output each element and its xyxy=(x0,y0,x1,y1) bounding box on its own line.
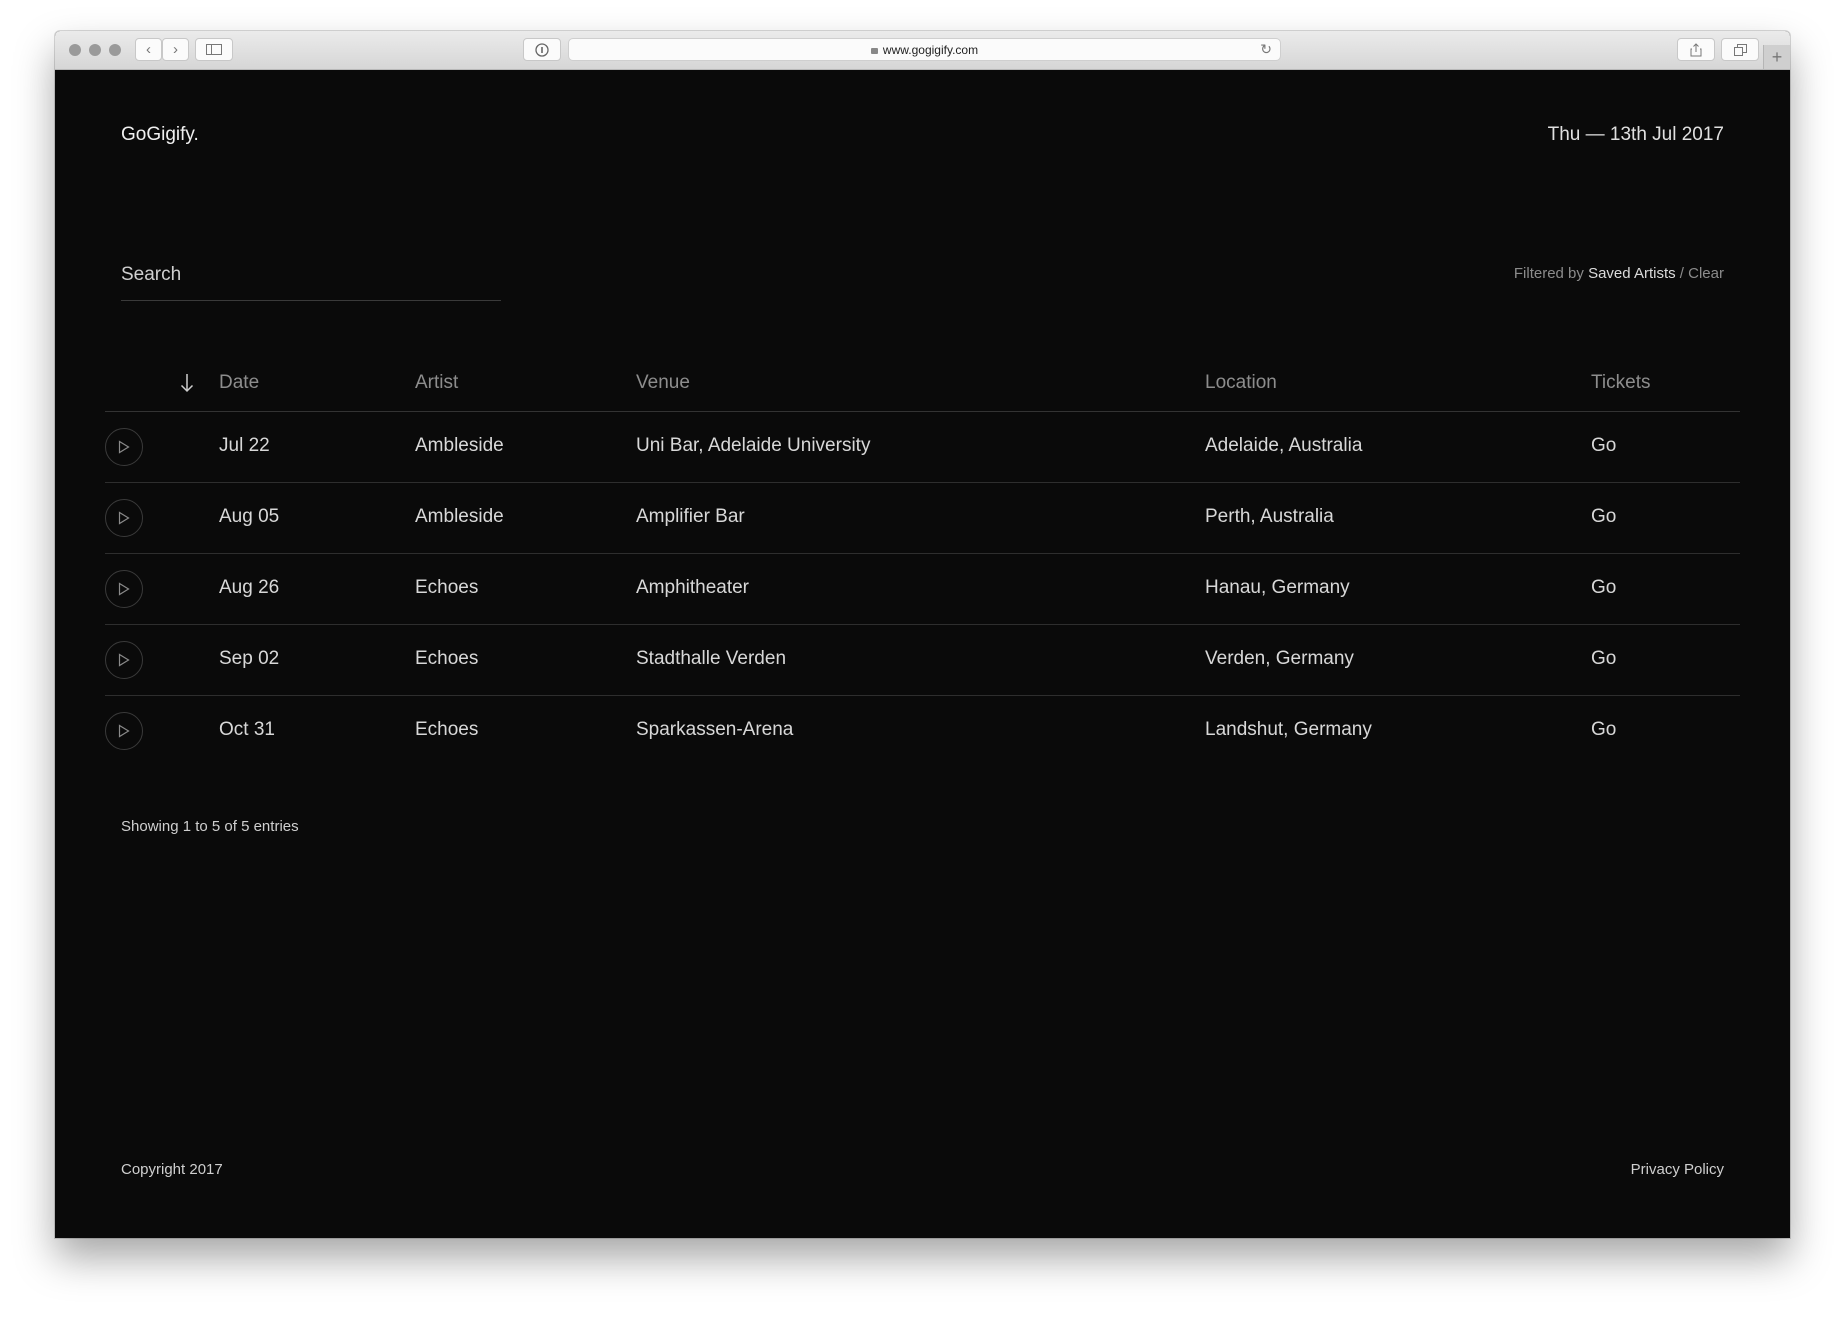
row-artist: Echoes xyxy=(415,577,479,598)
row-venue: Sparkassen-Arena xyxy=(636,719,794,740)
table-row: Jul 22 Ambleside Uni Bar, Adelaide Unive… xyxy=(105,412,1740,483)
play-button[interactable] xyxy=(105,570,143,608)
row-location: Landshut, Germany xyxy=(1205,719,1372,740)
sidebar-button[interactable] xyxy=(195,38,233,61)
row-location: Perth, Australia xyxy=(1205,506,1334,527)
row-venue: Amphitheater xyxy=(636,577,750,598)
column-date[interactable]: Date xyxy=(219,372,259,394)
row-date: Oct 31 xyxy=(219,719,275,740)
table-row: Sep 02 Echoes Stadthalle Verden Verden, … xyxy=(105,625,1740,696)
share-button[interactable] xyxy=(1677,38,1715,61)
filter-separator: / xyxy=(1679,265,1684,282)
zoom-window-button[interactable] xyxy=(109,44,121,56)
column-venue[interactable]: Venue xyxy=(636,372,690,394)
play-button[interactable] xyxy=(105,712,143,750)
privacy-policy-link[interactable]: Privacy Policy xyxy=(1631,1161,1724,1178)
column-location[interactable]: Location xyxy=(1205,372,1277,394)
tickets-link[interactable]: Go xyxy=(1591,506,1616,528)
reader-button[interactable] xyxy=(523,38,561,61)
table-row: Aug 05 Ambleside Amplifier Bar Perth, Au… xyxy=(105,483,1740,554)
tickets-link[interactable]: Go xyxy=(1591,577,1616,599)
info-icon xyxy=(535,42,549,57)
row-location: Verden, Germany xyxy=(1205,648,1354,669)
tabs-button[interactable] xyxy=(1721,38,1759,61)
forward-button[interactable]: › xyxy=(162,38,189,61)
column-tickets[interactable]: Tickets xyxy=(1591,372,1650,394)
play-icon xyxy=(118,653,130,667)
row-date: Aug 26 xyxy=(219,577,280,598)
filter-prefix: Filtered by xyxy=(1513,265,1584,282)
row-location: Hanau, Germany xyxy=(1205,577,1350,598)
arrow-down-icon[interactable] xyxy=(180,373,194,393)
sidebar-icon xyxy=(206,44,222,55)
filter-value[interactable]: Saved Artists xyxy=(1588,265,1676,282)
row-location: Adelaide, Australia xyxy=(1205,435,1363,456)
tickets-link[interactable]: Go xyxy=(1591,648,1616,670)
row-artist: Ambleside xyxy=(415,506,504,527)
column-artist[interactable]: Artist xyxy=(415,372,458,394)
table-row: Oct 31 Echoes Sparkassen-Arena Landshut,… xyxy=(105,696,1740,766)
plus-icon: + xyxy=(1771,46,1783,67)
url-text: www.gogigify.com xyxy=(882,42,979,57)
table-row: Aug 26 Echoes Amphitheater Hanau, German… xyxy=(105,554,1740,625)
address-bar[interactable]: www.gogigify.com ↻ xyxy=(568,38,1281,61)
filter-status: Filtered by Saved Artists / Clear xyxy=(1514,265,1724,282)
lock-icon xyxy=(870,47,878,54)
row-date: Sep 02 xyxy=(219,648,280,669)
current-date: Thu — 13th Jul 2017 xyxy=(1547,124,1724,145)
share-icon xyxy=(1690,42,1702,56)
entries-count: Showing 1 to 5 of 5 entries xyxy=(121,818,299,835)
row-venue: Uni Bar, Adelaide University xyxy=(636,435,871,456)
back-button[interactable]: ‹ xyxy=(135,38,162,61)
minimize-window-button[interactable] xyxy=(89,44,101,56)
new-tab-button[interactable]: + xyxy=(1763,45,1790,69)
site-logo[interactable]: GoGigify. xyxy=(121,124,199,146)
tabs-icon xyxy=(1733,43,1747,56)
row-venue: Amplifier Bar xyxy=(636,506,745,527)
tickets-link[interactable]: Go xyxy=(1591,435,1616,457)
clear-filter-link[interactable]: Clear xyxy=(1688,265,1724,282)
row-artist: Echoes xyxy=(415,719,479,740)
chevron-right-icon: › xyxy=(173,41,178,58)
play-icon xyxy=(118,440,130,454)
browser-toolbar: ‹ › www.gogigify.com ↻ + xyxy=(55,31,1790,70)
row-artist: Ambleside xyxy=(415,435,504,456)
play-icon xyxy=(118,511,130,525)
browser-window: ‹ › www.gogigify.com ↻ + GoGigify. Thu —… xyxy=(55,31,1790,1238)
row-date: Aug 05 xyxy=(219,506,280,527)
play-icon xyxy=(118,582,130,596)
search-field xyxy=(121,264,501,301)
table-header: Date Artist Venue Location Tickets xyxy=(105,361,1740,412)
close-window-button[interactable] xyxy=(69,44,81,56)
play-button[interactable] xyxy=(105,641,143,679)
play-icon xyxy=(118,724,130,738)
copyright-text: Copyright 2017 xyxy=(121,1161,223,1178)
row-artist: Echoes xyxy=(415,648,479,669)
chevron-left-icon: ‹ xyxy=(146,41,151,58)
tickets-link[interactable]: Go xyxy=(1591,719,1616,741)
row-date: Jul 22 xyxy=(219,435,270,456)
play-button[interactable] xyxy=(105,499,143,537)
events-table: Date Artist Venue Location Tickets Jul 2… xyxy=(105,361,1740,766)
reload-icon[interactable]: ↻ xyxy=(1260,41,1272,58)
row-venue: Stadthalle Verden xyxy=(636,648,787,669)
play-button[interactable] xyxy=(105,428,143,466)
search-input[interactable] xyxy=(121,264,501,286)
